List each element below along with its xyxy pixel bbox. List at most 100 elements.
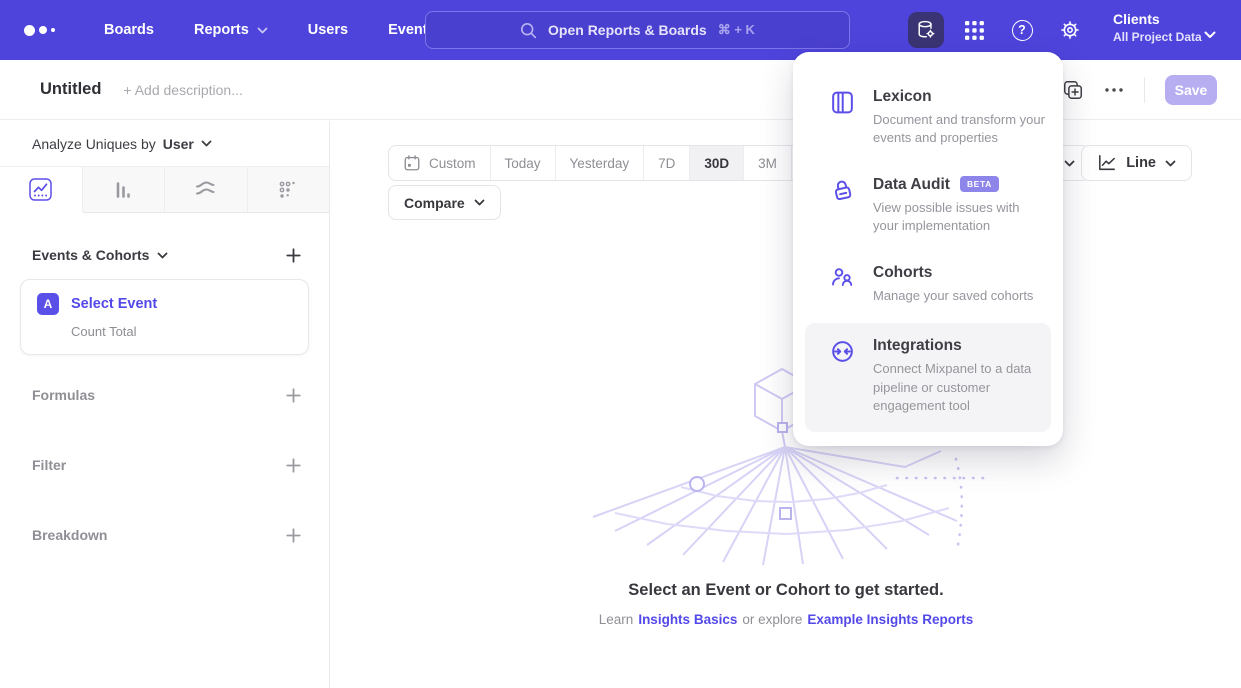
menu-item-lexicon[interactable]: Lexicon Document and transform your even…: [793, 74, 1063, 162]
chevron-down-icon: [157, 252, 168, 259]
cohorts-icon: [829, 264, 857, 305]
events-cohorts-toggle[interactable]: Events & Cohorts: [32, 247, 168, 263]
add-event-button[interactable]: [286, 248, 301, 263]
search-icon: [520, 22, 537, 39]
help-button[interactable]: ?: [1004, 12, 1040, 48]
menu-item-cohorts[interactable]: Cohorts Manage your saved cohorts: [793, 250, 1063, 319]
chevron-down-icon: [474, 199, 485, 206]
range-custom-label: Custom: [429, 156, 476, 171]
plus-icon: [286, 458, 301, 473]
report-type-tabs: [0, 167, 329, 213]
nav-boards[interactable]: Boards: [104, 22, 154, 38]
tab-insights[interactable]: [0, 167, 83, 212]
nav-reports[interactable]: Reports: [194, 22, 268, 38]
insights-basics-link[interactable]: Insights Basics: [638, 612, 737, 627]
add-breakdown-button[interactable]: [286, 528, 301, 543]
data-management-button[interactable]: [908, 12, 944, 48]
event-measure-dropdown[interactable]: Count Total: [71, 324, 292, 339]
menu-item-title: Lexicon: [873, 88, 1045, 106]
project-switcher[interactable]: Clients All Project Data: [1113, 10, 1202, 45]
copy-plus-icon: [1062, 79, 1084, 101]
analyze-label: Analyze Uniques by: [32, 136, 156, 152]
analyze-row: Analyze Uniques by User: [0, 121, 329, 167]
mixpanel-app: Boards Reports Users Events Open Reports…: [0, 0, 1241, 688]
event-row-a[interactable]: A Select Event Count Total: [20, 279, 309, 355]
header-divider: [1144, 77, 1145, 103]
duplicate-button[interactable]: [1062, 79, 1084, 101]
compare-label: Compare: [404, 195, 465, 211]
empty-state-prefix: Learn: [599, 612, 634, 627]
topnav-icon-group: ?: [908, 12, 1088, 48]
beta-badge: BETA: [960, 176, 999, 192]
empty-state-title: Select an Event or Cohort to get started…: [331, 581, 1241, 600]
nav-reports-label: Reports: [194, 22, 249, 38]
data-management-menu: Lexicon Document and transform your even…: [793, 52, 1063, 446]
tab-flows[interactable]: [165, 167, 248, 212]
chevron-down-icon: [257, 27, 268, 34]
menu-item-integrations[interactable]: Integrations Connect Mixpanel to a data …: [805, 323, 1051, 431]
example-reports-link[interactable]: Example Insights Reports: [807, 612, 973, 627]
empty-state-links: Learn Insights Basics or explore Example…: [331, 612, 1241, 627]
range-today-label: Today: [505, 156, 541, 171]
empty-state-middle: or explore: [742, 612, 802, 627]
chart-type-dropdown[interactable]: Line: [1081, 145, 1192, 181]
tab-funnels[interactable]: [83, 167, 166, 212]
search-placeholder: Open Reports & Boards: [548, 22, 707, 38]
range-yesterday-label: Yesterday: [570, 156, 630, 171]
primary-nav: Boards Reports Users Events: [104, 22, 436, 38]
event-letter-badge: A: [37, 293, 59, 315]
date-range-selector: Custom Today Yesterday 7D 30D 3M 6M: [388, 145, 840, 181]
analyze-unit-value: User: [163, 136, 194, 152]
range-yesterday[interactable]: Yesterday: [556, 146, 645, 180]
nav-users[interactable]: Users: [308, 22, 348, 38]
compare-dropdown[interactable]: Compare: [388, 185, 501, 220]
report-title[interactable]: Untitled: [40, 80, 101, 99]
events-cohorts-header: Events & Cohorts: [32, 247, 301, 263]
analyze-unit-dropdown[interactable]: User: [163, 136, 212, 152]
project-chevron-icon[interactable]: [1204, 26, 1216, 44]
settings-gear-icon: [1059, 19, 1081, 41]
tab-retention[interactable]: [248, 167, 330, 212]
add-filter-button[interactable]: [286, 458, 301, 473]
apps-grid-icon: [964, 20, 985, 41]
breakdown-label: Breakdown: [32, 527, 107, 543]
menu-item-description: View possible issues with your implement…: [873, 199, 1045, 236]
range-30d-label: 30D: [704, 156, 729, 171]
help-icon: ?: [1012, 20, 1033, 41]
menu-item-title: Data Audit: [873, 176, 950, 194]
events-cohorts-label: Events & Cohorts: [32, 247, 149, 263]
database-gear-icon: [915, 19, 937, 41]
menu-item-title: Integrations: [873, 337, 1037, 355]
range-30d[interactable]: 30D: [690, 146, 744, 180]
save-button[interactable]: Save: [1165, 75, 1217, 105]
nav-boards-label: Boards: [104, 22, 154, 38]
header-actions: Save: [1062, 75, 1217, 105]
chart-type-label: Line: [1126, 155, 1156, 171]
top-navigation: Boards Reports Users Events Open Reports…: [0, 0, 1241, 60]
filter-label: Filter: [32, 457, 66, 473]
menu-item-description: Manage your saved cohorts: [873, 287, 1033, 305]
report-description-field[interactable]: + Add description...: [123, 82, 242, 98]
filter-section: Filter: [32, 455, 301, 475]
project-scope: All Project Data: [1113, 29, 1202, 45]
more-options-button[interactable]: [1104, 87, 1124, 93]
formulas-section: Formulas: [32, 385, 301, 405]
apps-grid-button[interactable]: [956, 12, 992, 48]
add-formula-button[interactable]: [286, 388, 301, 403]
menu-item-description: Connect Mixpanel to a data pipeline or c…: [873, 360, 1037, 415]
search-input[interactable]: Open Reports & Boards ⌘ + K: [425, 11, 850, 49]
flow-icon: [194, 178, 217, 201]
settings-button[interactable]: [1052, 12, 1088, 48]
menu-item-data-audit[interactable]: Data Audit BETA View possible issues wit…: [793, 162, 1063, 250]
data-audit-icon: [829, 176, 857, 236]
chevron-down-icon: [1165, 160, 1176, 167]
range-3m[interactable]: 3M: [744, 146, 792, 180]
bar-chart-icon: [112, 179, 134, 201]
range-today[interactable]: Today: [491, 146, 556, 180]
range-custom[interactable]: Custom: [389, 146, 491, 180]
integrations-icon: [829, 337, 857, 415]
query-builder-sidebar: Analyze Uniques by User: [0, 121, 330, 688]
range-7d[interactable]: 7D: [644, 146, 690, 180]
select-event-button[interactable]: Select Event: [71, 296, 157, 312]
mixpanel-logo-icon[interactable]: [24, 25, 70, 36]
